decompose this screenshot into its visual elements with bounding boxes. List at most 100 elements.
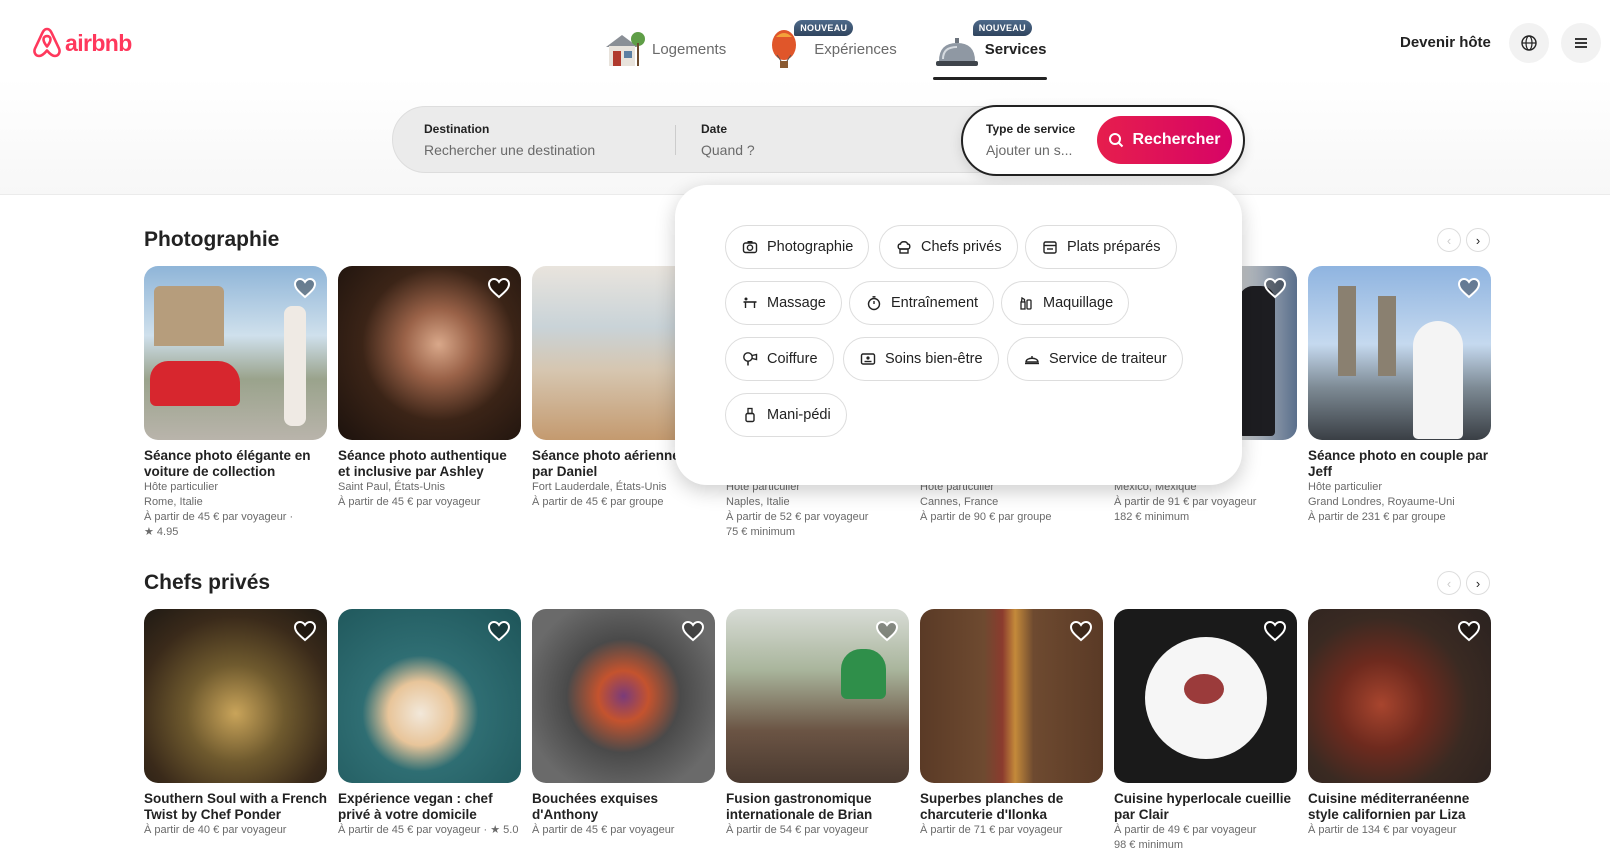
listing-photo bbox=[532, 609, 715, 783]
heart-icon[interactable] bbox=[681, 620, 705, 647]
chip-label: Coiffure bbox=[767, 351, 818, 367]
listing-card[interactable]: Séance photo élégante en voiture de coll… bbox=[144, 266, 327, 540]
listing-photo bbox=[144, 609, 327, 783]
card-minimum: 75 € minimum bbox=[726, 526, 796, 538]
listing-card[interactable]: Séance photo authentique et inclusive pa… bbox=[338, 266, 521, 540]
listing-card[interactable]: Fusion gastronomique internationale de B… bbox=[726, 609, 909, 853]
chip-label: Service de traiteur bbox=[1049, 351, 1167, 367]
card-location: Cannes, France bbox=[920, 496, 999, 508]
chip-label: Maquillage bbox=[1043, 295, 1114, 311]
massage-table-icon bbox=[743, 297, 757, 308]
card-price: À partir de 45 € par voyageur bbox=[338, 496, 481, 508]
card-title: Bouchées exquises d'Anthony bbox=[532, 791, 659, 822]
service-type-input[interactable]: Ajouter un s... bbox=[986, 142, 1086, 158]
card-location: Naples, Italie bbox=[726, 496, 790, 508]
search-button[interactable]: Rechercher bbox=[1097, 116, 1232, 164]
nail-polish-icon bbox=[745, 407, 755, 423]
wellness-icon bbox=[860, 353, 876, 365]
heart-icon[interactable] bbox=[487, 277, 511, 304]
category-tabs: Logements NOUVEAU Expériences NOUVEAU Se… bbox=[600, 20, 1083, 80]
chef-cards: Southern Soul with a French Twist by Che… bbox=[144, 609, 1491, 853]
heart-icon[interactable] bbox=[1069, 620, 1093, 647]
service-chip-service-de-traiteur[interactable]: Service de traiteur bbox=[1007, 337, 1183, 381]
date-field[interactable]: Date Quand ? bbox=[701, 107, 931, 172]
tab-experiences[interactable]: NOUVEAU Expériences bbox=[762, 20, 897, 76]
heart-icon[interactable] bbox=[293, 277, 317, 304]
become-host-link[interactable]: Devenir hôte bbox=[1400, 34, 1491, 51]
card-price: À partir de 71 € par voyageur bbox=[920, 824, 1063, 836]
next-arrow-button[interactable]: › bbox=[1466, 571, 1490, 595]
service-chip-soins-bien-etre[interactable]: Soins bien-être bbox=[843, 337, 999, 381]
destination-field[interactable]: Destination Rechercher une destination bbox=[424, 107, 664, 172]
service-type-label: Type de service bbox=[986, 122, 1076, 136]
service-chip-photographie[interactable]: Photographie bbox=[725, 225, 870, 269]
card-minimum: 182 € minimum bbox=[1114, 511, 1190, 523]
heart-icon[interactable] bbox=[875, 620, 899, 647]
globe-icon bbox=[1521, 35, 1537, 51]
listing-card[interactable]: Séance photo en couple par Jeff Hôte par… bbox=[1308, 266, 1491, 540]
destination-input[interactable]: Rechercher une destination bbox=[424, 142, 664, 158]
header: airbnb Logements NOUVEAU Expériences NOU… bbox=[0, 0, 1610, 195]
prev-arrow-button[interactable]: ‹ bbox=[1437, 228, 1461, 252]
main-menu-button[interactable] bbox=[1561, 23, 1601, 63]
card-location: Rome, Italie bbox=[144, 496, 203, 508]
tab-logements[interactable]: Logements bbox=[600, 22, 726, 76]
brand-name: airbnb bbox=[65, 29, 132, 56]
date-input[interactable]: Quand ? bbox=[701, 142, 931, 158]
makeup-icon bbox=[1020, 296, 1032, 310]
service-chip-maquillage[interactable]: Maquillage bbox=[1001, 281, 1130, 325]
listing-card[interactable]: Cuisine méditerranéenne style californie… bbox=[1308, 609, 1491, 853]
service-type-content: Type de service Ajouter un s... bbox=[986, 107, 1086, 172]
heart-icon[interactable] bbox=[487, 620, 511, 647]
new-badge: NOUVEAU bbox=[972, 20, 1032, 36]
tab-services[interactable]: NOUVEAU Services bbox=[932, 20, 1047, 80]
listing-card[interactable]: Bouchées exquises d'Anthony À partir de … bbox=[532, 609, 715, 853]
card-price: À partir de 45 € par voyageur bbox=[532, 824, 675, 836]
meal-box-icon bbox=[1043, 241, 1057, 254]
card-location: Grand Londres, Royaume-Uni bbox=[1308, 496, 1455, 508]
section-title-photographie: Photographie bbox=[144, 228, 280, 251]
card-price: À partir de 52 € par voyageur bbox=[726, 511, 869, 523]
card-title: Southern Soul with a French Twist by Che… bbox=[144, 791, 328, 822]
listing-card[interactable]: Superbes planches de charcuterie d'Ilonk… bbox=[920, 609, 1103, 853]
listing-card[interactable]: Southern Soul with a French Twist by Che… bbox=[144, 609, 327, 853]
service-chip-entrainement[interactable]: Entraînement bbox=[849, 281, 995, 325]
listing-photo bbox=[338, 609, 521, 783]
service-chip-chefs-prives[interactable]: Chefs privés bbox=[879, 225, 1018, 269]
listing-card[interactable]: Cuisine hyperlocale cueillie par Clair À… bbox=[1114, 609, 1297, 853]
heart-icon[interactable] bbox=[1457, 277, 1481, 304]
language-button[interactable] bbox=[1509, 23, 1549, 63]
chip-label: Chefs privés bbox=[921, 239, 1002, 255]
card-title: Cuisine hyperlocale cueillie par Clair bbox=[1114, 791, 1292, 822]
chip-label: Entraînement bbox=[891, 295, 979, 311]
hair-dryer-icon bbox=[743, 352, 758, 366]
tab-label: Logements bbox=[652, 40, 727, 58]
chef-hat-icon bbox=[897, 241, 911, 254]
card-title: Séance photo élégante en voiture de coll… bbox=[144, 448, 311, 479]
listing-photo bbox=[144, 266, 327, 440]
heart-icon[interactable] bbox=[293, 620, 317, 647]
heart-icon[interactable] bbox=[1263, 277, 1287, 304]
airbnb-logo[interactable]: airbnb bbox=[31, 26, 132, 60]
card-price: À partir de 54 € par voyageur bbox=[726, 824, 869, 836]
card-location: Fort Lauderdale, États-Unis bbox=[532, 481, 667, 493]
listing-card[interactable]: Expérience vegan : chef privé à votre do… bbox=[338, 609, 521, 853]
heart-icon[interactable] bbox=[1263, 620, 1287, 647]
card-price: À partir de 90 € par groupe bbox=[920, 511, 1052, 523]
prev-arrow-button[interactable]: ‹ bbox=[1437, 571, 1461, 595]
card-location: Saint Paul, États-Unis bbox=[338, 481, 445, 493]
listing-photo bbox=[1308, 609, 1491, 783]
card-rating: ★ 4.95 bbox=[144, 526, 179, 538]
service-chip-plats-prepares[interactable]: Plats préparés bbox=[1025, 225, 1177, 269]
destination-label: Destination bbox=[424, 122, 490, 136]
card-price: À partir de 40 € par voyageur bbox=[144, 824, 287, 836]
card-host: Hôte particulier bbox=[144, 481, 218, 493]
listing-photo bbox=[1114, 609, 1297, 783]
heart-icon[interactable] bbox=[1457, 620, 1481, 647]
service-chip-mani-pedi[interactable]: Mani-pédi bbox=[725, 393, 847, 437]
listing-photo bbox=[338, 266, 521, 440]
next-arrow-button[interactable]: › bbox=[1466, 228, 1490, 252]
service-chip-massage[interactable]: Massage bbox=[725, 281, 842, 325]
service-chip-coiffure[interactable]: Coiffure bbox=[725, 337, 834, 381]
card-price: À partir de 134 € par voyageur bbox=[1308, 824, 1457, 836]
